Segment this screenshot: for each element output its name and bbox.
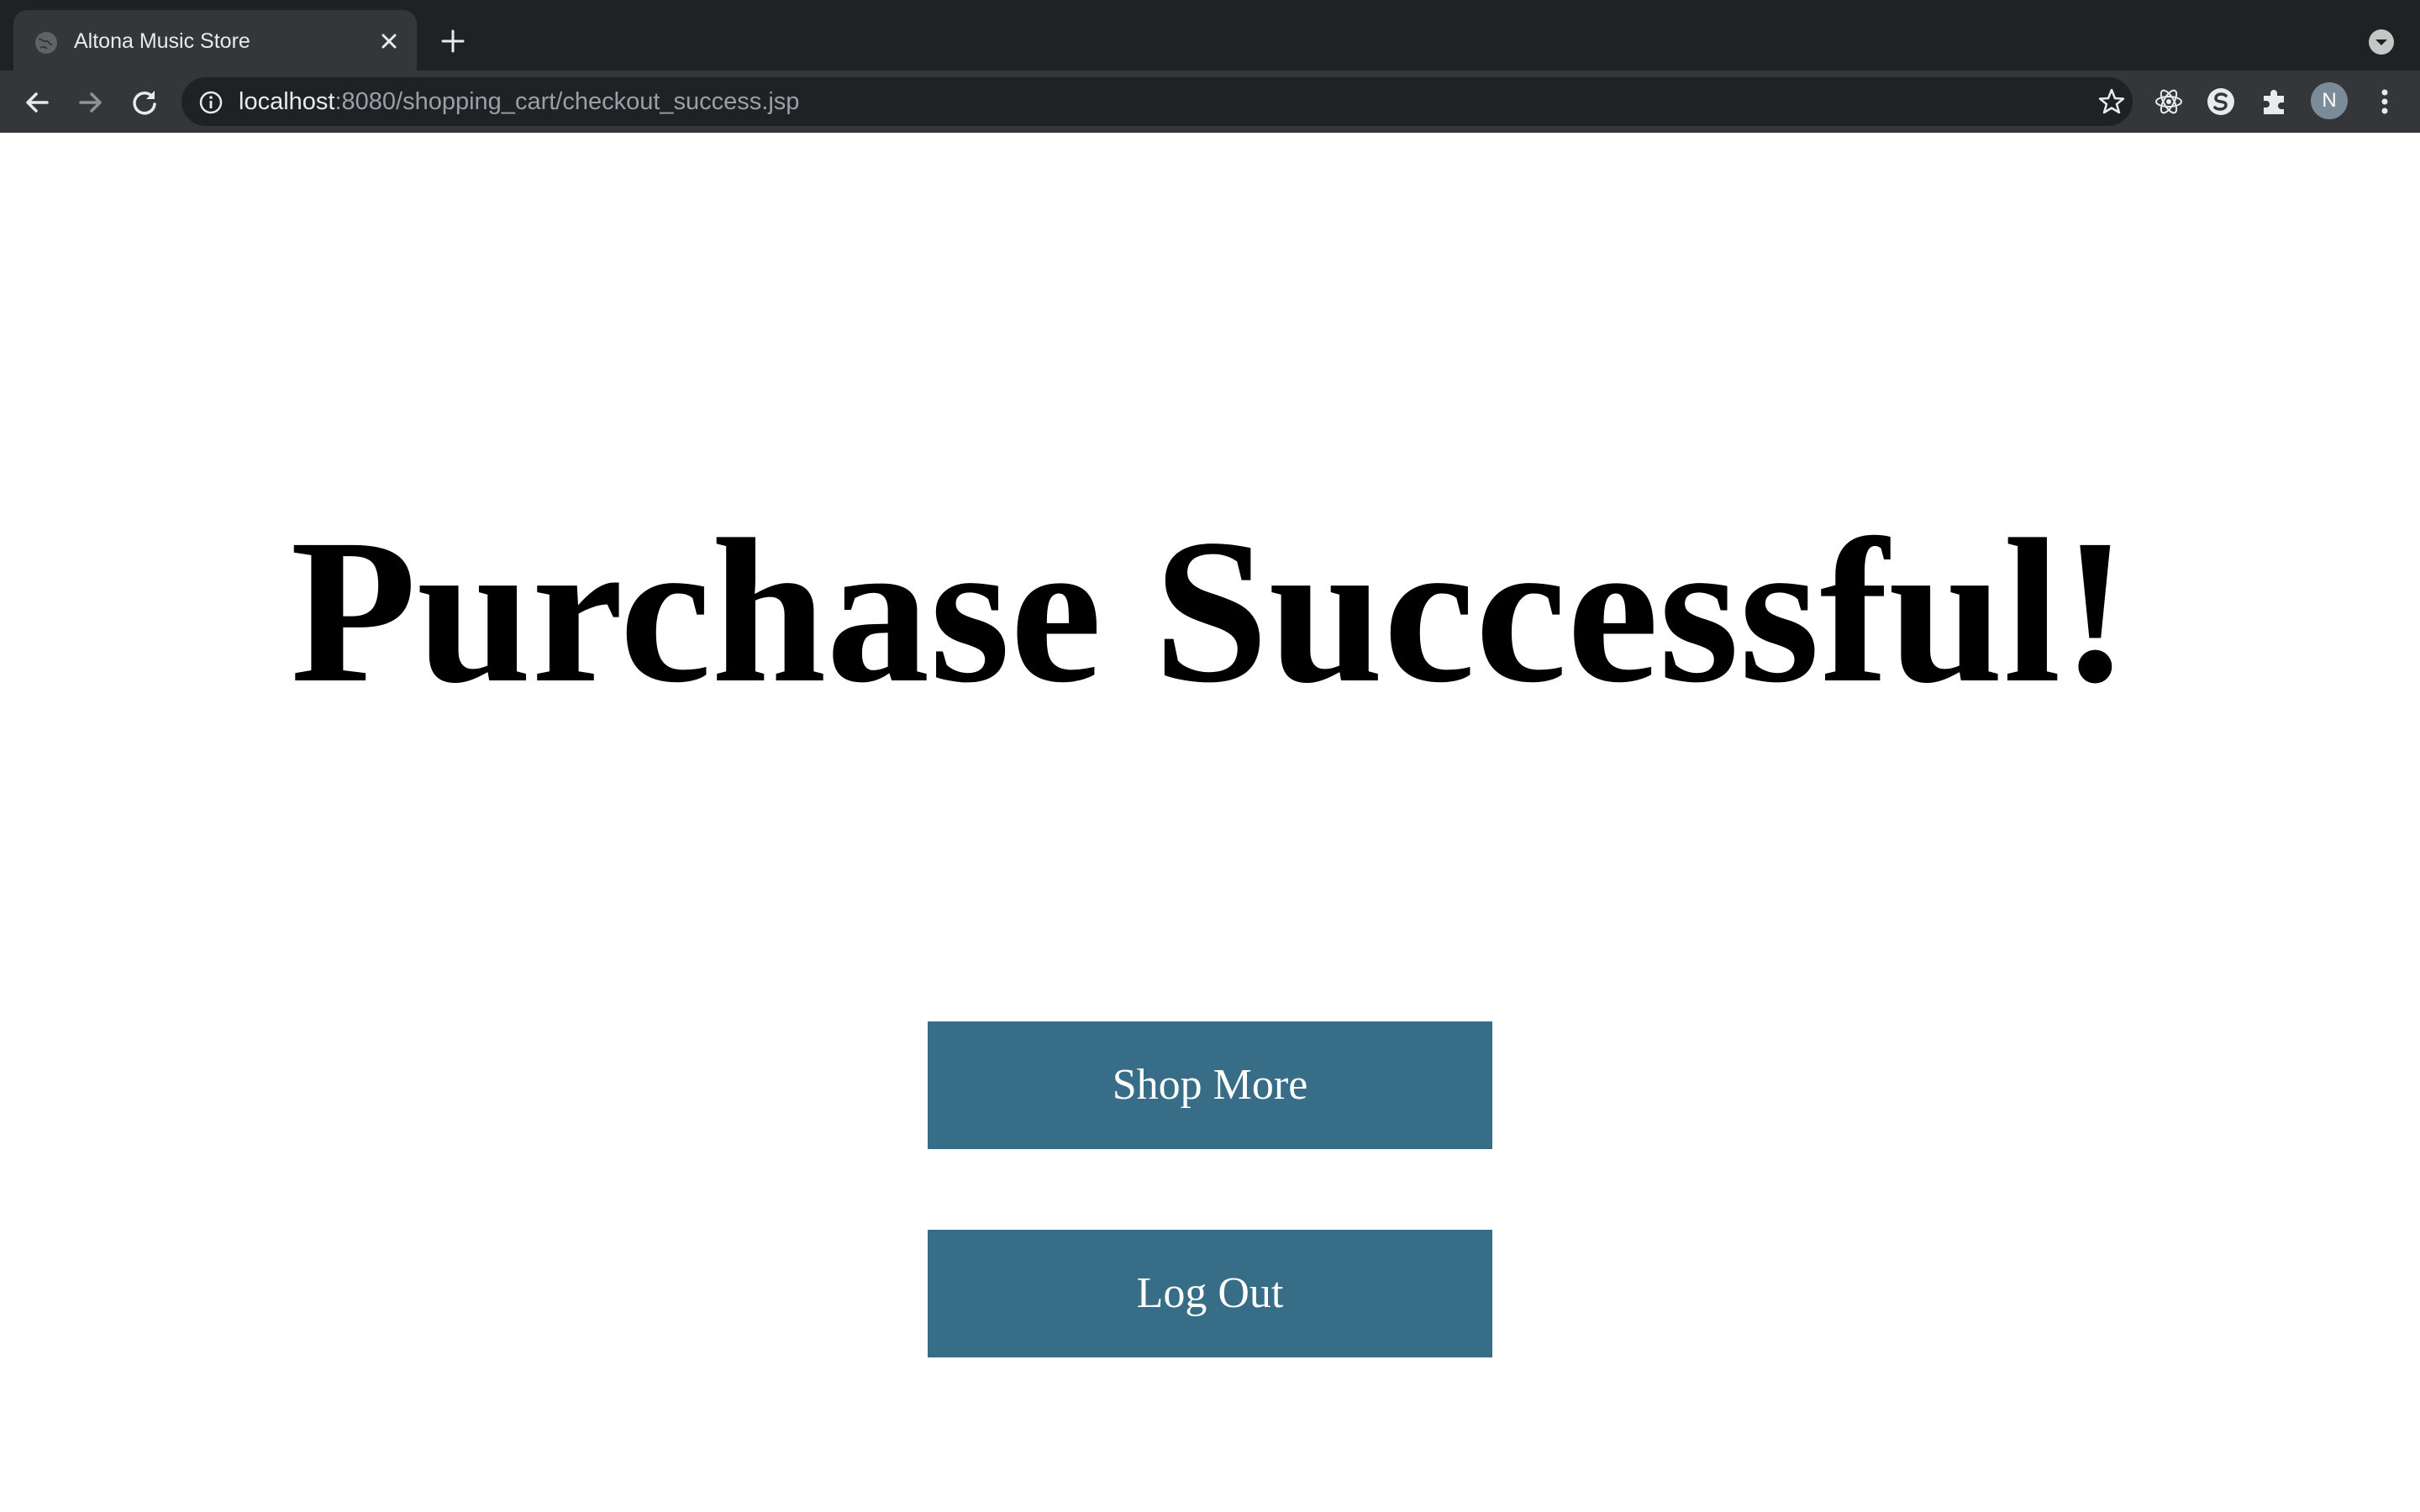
chevron-down-icon[interactable] (2368, 29, 2395, 55)
page-title: Purchase Successful! (290, 497, 2130, 726)
globe-icon (35, 32, 57, 54)
log-out-button[interactable]: Log Out (928, 1230, 1492, 1357)
back-arrow-icon[interactable] (22, 87, 52, 118)
extension-s-icon[interactable] (2205, 86, 2237, 118)
page-content: Purchase Successful! Shop More Log Out (0, 133, 2420, 1512)
url-host: localhost (239, 88, 335, 115)
star-icon[interactable] (2097, 87, 2126, 116)
browser-toolbar: localhost:8080/shopping_cart/checkout_su… (0, 71, 2420, 133)
kebab-menu-icon[interactable] (2370, 86, 2400, 118)
react-devtools-icon[interactable] (2153, 86, 2185, 118)
browser-tab-strip: Altona Music Store (0, 0, 2420, 71)
url-path: :8080/shopping_cart/checkout_success.jsp (334, 88, 800, 115)
url-text[interactable]: localhost:8080/shopping_cart/checkout_su… (239, 87, 799, 117)
browser-tab[interactable]: Altona Music Store (13, 10, 417, 71)
close-icon[interactable] (376, 29, 402, 54)
shop-more-button[interactable]: Shop More (928, 1021, 1492, 1149)
tab-title: Altona Music Store (74, 29, 250, 53)
plus-icon[interactable] (439, 27, 467, 55)
info-icon[interactable] (198, 90, 224, 115)
address-bar[interactable]: localhost:8080/shopping_cart/checkout_su… (182, 77, 2133, 126)
forward-arrow-icon[interactable] (76, 87, 106, 118)
avatar[interactable]: N (2311, 82, 2348, 119)
puzzle-icon[interactable] (2259, 86, 2291, 118)
reload-icon[interactable] (129, 87, 160, 118)
